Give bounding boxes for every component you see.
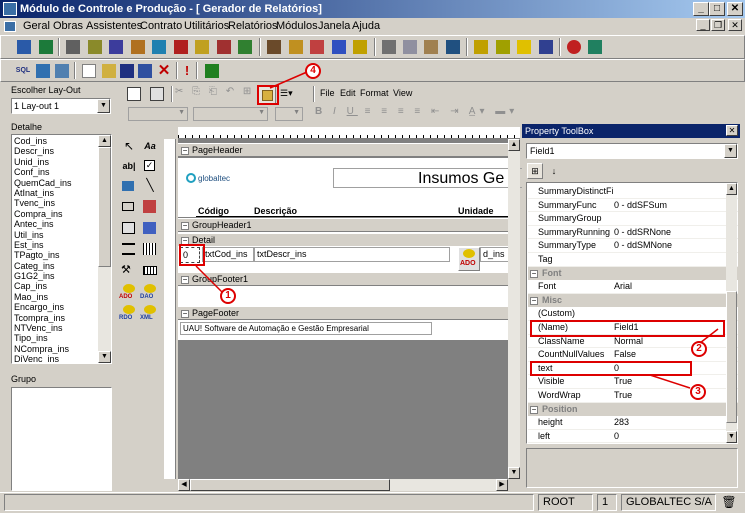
callout-box-name <box>530 320 725 337</box>
callout-4: 4 <box>305 63 321 79</box>
callout-box-text <box>530 361 692 376</box>
callout-3: 3 <box>690 384 706 400</box>
callout-box-field-tool <box>257 85 279 105</box>
status-company: GLOBALTEC S/A <box>621 494 716 511</box>
trash-icon[interactable]: 🗑 <box>721 495 737 510</box>
callout-lines <box>195 71 719 389</box>
callout-2: 2 <box>691 341 707 357</box>
status-message <box>4 494 534 511</box>
status-company-id: 1 <box>597 494 617 511</box>
status-user: ROOT <box>538 494 593 511</box>
callout-1: 1 <box>220 288 236 304</box>
